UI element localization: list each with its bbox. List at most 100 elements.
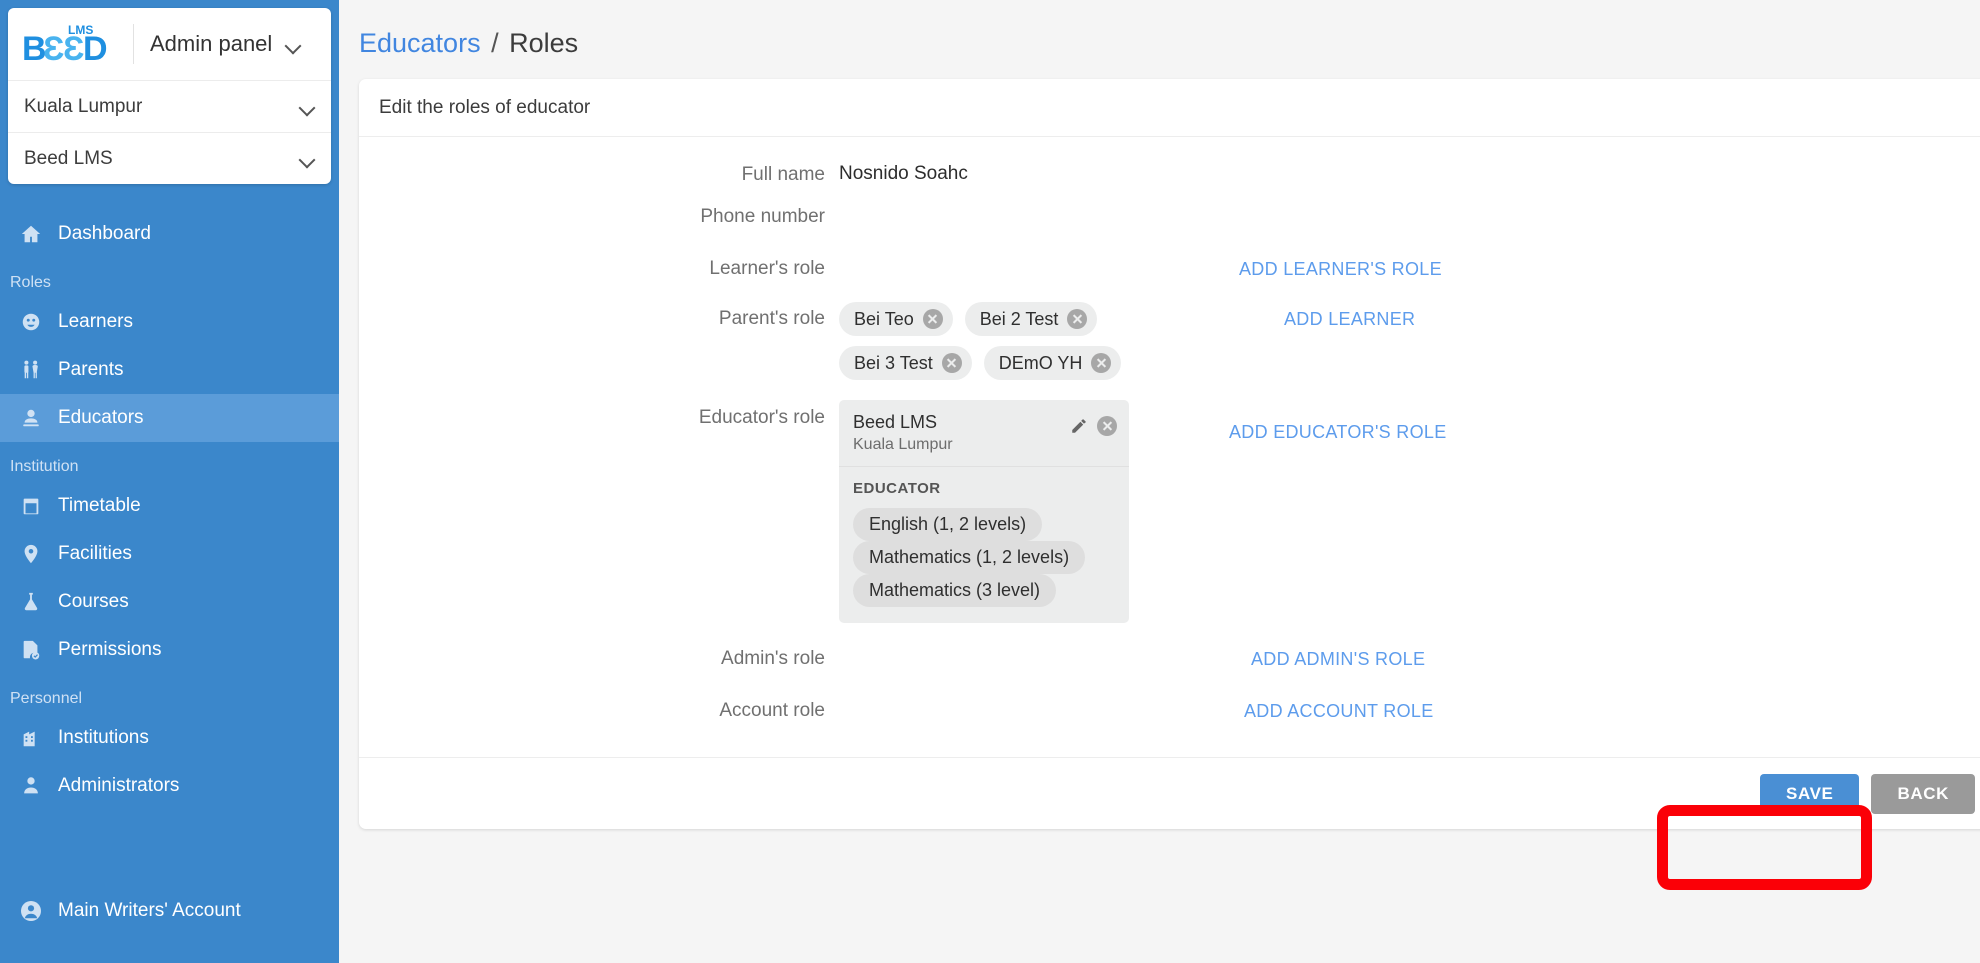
row-full-name: Full name Nosnido Soahc [359, 153, 1980, 189]
sidebar-section-personnel: Personnel [10, 690, 83, 707]
sidebar-item-permissions[interactable]: Permissions [0, 626, 339, 674]
close-circle-icon[interactable] [1091, 353, 1112, 373]
learner-role-label: Learner's role [709, 258, 825, 279]
sidebar-item-label: Courses [58, 591, 129, 612]
brand-card: B Ɛ Ɛ D LMS Admin panel Kuala Lumpur Bee… [8, 8, 331, 184]
list-item[interactable]: English (1, 2 levels) [853, 508, 1043, 541]
chevron-down-icon [300, 154, 315, 163]
chevron-down-icon [300, 102, 315, 111]
main-content: Educators / Roles Edit the roles of educ… [339, 0, 1980, 963]
pencil-icon[interactable] [1070, 417, 1088, 435]
chip-label: Bei 3 Test [854, 352, 933, 373]
sidebar-item-label: Main Writers' Account [58, 900, 241, 921]
add-learner-button[interactable]: ADD LEARNER [1284, 309, 1415, 330]
sidebar-item-label: Permissions [58, 639, 162, 660]
add-admins-role-button[interactable]: ADD ADMIN'S ROLE [1251, 649, 1425, 670]
home-icon [14, 223, 48, 245]
close-circle-icon[interactable] [922, 309, 943, 329]
educator-institution-actions [1070, 412, 1117, 436]
full-name-action [1129, 153, 1980, 165]
list-item[interactable]: Mathematics (1, 2 levels) [853, 541, 1086, 574]
admin-panel-label: Admin panel [150, 31, 273, 56]
svg-text:LMS: LMS [68, 23, 93, 37]
breadcrumb-current: Roles [509, 28, 579, 58]
chip-label: Bei Teo [854, 308, 914, 329]
calendar-icon [14, 495, 48, 517]
admin-panel-dropdown[interactable]: Admin panel [150, 31, 301, 57]
close-circle-icon[interactable] [941, 353, 962, 373]
sidebar-section-roles: Roles [10, 274, 51, 291]
back-button[interactable]: BACK [1871, 773, 1975, 814]
school-selector[interactable]: Beed LMS [8, 132, 331, 184]
full-name-label: Full name [741, 164, 825, 185]
brand-divider [133, 24, 134, 64]
sidebar-item-dashboard[interactable]: Dashboard [0, 210, 339, 258]
row-admin-role: Admin's role ADD ADMIN'S ROLE [359, 637, 1980, 673]
chevron-down-icon [286, 40, 301, 49]
app-root: B Ɛ Ɛ D LMS Admin panel Kuala Lumpur Bee… [0, 0, 1980, 963]
list-item[interactable]: DEmO YH [983, 346, 1122, 380]
map-pin-icon [14, 543, 48, 565]
list-item[interactable]: Bei 3 Test [839, 346, 972, 380]
sidebar-item-courses[interactable]: Courses [0, 578, 339, 626]
breadcrumb-separator: / [491, 28, 499, 58]
parent-role-action: ADD LEARNER [1129, 297, 1980, 330]
parent-role-chips: Bei Teo Bei 2 Test Bei 3 Test DEmO YH [839, 302, 1129, 380]
sidebar-item-parents[interactable]: Parents [0, 346, 339, 394]
sidebar-nav: Dashboard Roles Learners Parents Educato… [0, 210, 339, 810]
educator-institution-text: Beed LMS Kuala Lumpur [853, 412, 1070, 454]
row-educator-role: Educator's role Beed LMS Kuala Lumpur ED… [359, 396, 1980, 623]
educator-subject-list: English (1, 2 levels) Mathematics (1, 2 … [853, 508, 1115, 607]
list-item[interactable]: Bei 2 Test [964, 302, 1098, 336]
learner-face-icon [14, 311, 48, 333]
institution-selector[interactable]: Kuala Lumpur [8, 80, 331, 132]
sidebar-item-administrators[interactable]: Administrators [0, 762, 339, 810]
institution-name: Beed LMS [853, 412, 938, 432]
learner-role-action: ADD LEARNER'S ROLE [1129, 247, 1980, 280]
phone-number-value-wrap [839, 195, 1129, 231]
educator-role-value-wrap: Beed LMS Kuala Lumpur EDUCATOR English (… [839, 396, 1129, 623]
institution-selector-label: Kuala Lumpur [24, 95, 143, 117]
card-footer: SAVE BACK [359, 757, 1980, 829]
add-account-role-button[interactable]: ADD ACCOUNT ROLE [1244, 701, 1434, 722]
edit-roles-card: Edit the roles of educator Full name Nos… [359, 79, 1980, 829]
row-phone-number: Phone number [359, 195, 1980, 231]
sidebar-item-label: Timetable [58, 495, 141, 516]
brand-row: B Ɛ Ɛ D LMS Admin panel [8, 8, 331, 80]
sidebar-item-educators[interactable]: Educators [0, 394, 339, 442]
add-educators-role-button[interactable]: ADD EDUCATOR'S ROLE [1229, 422, 1447, 443]
breadcrumb-educators-link[interactable]: Educators [359, 28, 481, 58]
list-item[interactable]: Mathematics (3 level) [853, 574, 1057, 607]
sidebar-item-label: Learners [58, 311, 133, 332]
sidebar-item-label: Educators [58, 407, 144, 428]
phone-number-action [1129, 195, 1980, 207]
account-circle-icon [14, 899, 48, 923]
sidebar-item-learners[interactable]: Learners [0, 298, 339, 346]
list-item[interactable]: Bei Teo [839, 302, 953, 336]
save-button[interactable]: SAVE [1760, 773, 1860, 814]
card-title: Edit the roles of educator [359, 79, 1980, 137]
add-learners-role-button[interactable]: ADD LEARNER'S ROLE [1239, 259, 1442, 280]
sidebar-item-facilities[interactable]: Facilities [0, 530, 339, 578]
educator-subjects-section: EDUCATOR English (1, 2 levels) Mathemati… [839, 467, 1129, 623]
close-circle-icon[interactable] [1097, 416, 1117, 436]
educator-role-label: Educator's role [698, 407, 825, 428]
account-role-value-wrap [839, 689, 1129, 725]
beed-lms-logo: B Ɛ Ɛ D LMS [22, 20, 117, 68]
flask-icon [14, 591, 48, 613]
document-check-icon [14, 639, 48, 661]
close-circle-icon[interactable] [1067, 309, 1088, 329]
school-selector-label: Beed LMS [24, 147, 113, 169]
educator-institution-header: Beed LMS Kuala Lumpur [839, 400, 1129, 467]
parents-icon [14, 359, 48, 381]
sidebar-item-timetable[interactable]: Timetable [0, 482, 339, 530]
sidebar-item-label: Administrators [58, 775, 180, 796]
phone-number-label: Phone number [700, 206, 825, 227]
sidebar-item-institutions[interactable]: Institutions [0, 714, 339, 762]
sidebar-item-main-writers-account[interactable]: Main Writers' Account [0, 887, 339, 935]
educator-icon [14, 407, 48, 429]
educator-institution-card: Beed LMS Kuala Lumpur EDUCATOR English (… [839, 400, 1129, 623]
admin-role-action: ADD ADMIN'S ROLE [1129, 637, 1980, 670]
account-role-action: ADD ACCOUNT ROLE [1129, 689, 1980, 722]
svg-text:Ɛ: Ɛ [43, 30, 64, 68]
